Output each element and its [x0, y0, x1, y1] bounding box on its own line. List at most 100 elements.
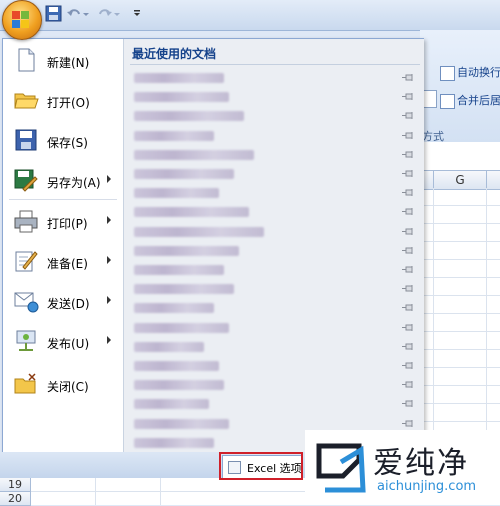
- merge-center-icon: [440, 93, 455, 109]
- grid-line: [420, 295, 500, 296]
- pin-icon[interactable]: [402, 361, 414, 370]
- customize-toolbar-icon[interactable]: [132, 5, 142, 22]
- grid-line: [160, 478, 161, 505]
- recent-document-item[interactable]: [130, 183, 420, 203]
- recent-document-item[interactable]: [130, 202, 420, 222]
- menu-item-new[interactable]: 新建(N): [3, 41, 121, 81]
- merge-center-button[interactable]: 合并后居: [440, 92, 500, 110]
- pin-icon[interactable]: [402, 73, 414, 82]
- pin-icon[interactable]: [402, 303, 414, 312]
- recent-document-name: [134, 92, 229, 103]
- grid-line: [486, 188, 487, 453]
- recent-document-name: [134, 380, 224, 391]
- pin-icon[interactable]: [402, 111, 414, 120]
- prepare-icon: [15, 251, 38, 272]
- grid-line: [420, 331, 500, 332]
- recent-document-item[interactable]: [130, 298, 420, 318]
- pin-icon[interactable]: [402, 399, 414, 408]
- column-header-g[interactable]: G: [433, 170, 487, 190]
- recent-document-item[interactable]: [130, 337, 420, 357]
- recent-document-item[interactable]: [130, 356, 420, 376]
- ribbon-alignment-group: 自动换行 合并后居 方式: [420, 30, 500, 143]
- menu-item-save[interactable]: 保存(S): [3, 121, 121, 161]
- pin-icon[interactable]: [402, 188, 414, 197]
- recent-document-name: [134, 130, 214, 141]
- recent-document-name: [134, 111, 244, 122]
- recent-documents-title: 最近使用的文档: [132, 47, 217, 61]
- recent-document-item[interactable]: [130, 394, 420, 414]
- menu-item-send[interactable]: 发送(D): [3, 282, 121, 322]
- recent-document-item[interactable]: [130, 375, 420, 395]
- office-button[interactable]: [2, 0, 42, 40]
- recent-document-item[interactable]: [130, 87, 420, 107]
- recent-document-name: [134, 437, 214, 448]
- save-icon[interactable]: [45, 5, 62, 22]
- recent-document-name: [134, 284, 234, 295]
- grid-line: [420, 385, 500, 386]
- undo-dropdown-icon[interactable]: [82, 5, 90, 22]
- recent-document-name: [134, 169, 234, 179]
- column-header-h[interactable]: [486, 170, 500, 190]
- pin-icon[interactable]: [402, 227, 414, 236]
- menu-item-prepare[interactable]: 准备(E): [3, 242, 121, 282]
- grid-line: [420, 259, 500, 260]
- pin-icon[interactable]: [402, 265, 414, 274]
- align-button[interactable]: [423, 90, 437, 108]
- grid-line: [433, 188, 434, 453]
- recent-documents-panel: 最近使用的文档: [123, 39, 424, 454]
- pin-icon[interactable]: [402, 380, 414, 389]
- recent-document-item[interactable]: [130, 318, 420, 338]
- office-logo-icon-blue: [12, 20, 20, 28]
- recent-document-item[interactable]: [130, 126, 420, 146]
- quick-access-toolbar: [0, 0, 500, 31]
- recent-document-name: [134, 188, 219, 199]
- recent-document-item[interactable]: [130, 279, 420, 299]
- pin-icon[interactable]: [402, 419, 414, 428]
- undo-icon[interactable]: [66, 5, 83, 22]
- menu-item-publish[interactable]: 发布(U): [3, 322, 121, 362]
- row-header[interactable]: 20: [0, 492, 31, 506]
- grid-line: [420, 241, 500, 242]
- menu-item-label: 关闭(C): [47, 380, 89, 394]
- recent-document-name: [134, 361, 219, 371]
- recent-document-item[interactable]: [130, 145, 420, 165]
- grid-line: [420, 349, 500, 350]
- grid-line: [420, 367, 500, 368]
- publish-icon: [16, 330, 36, 351]
- recent-document-item[interactable]: [130, 68, 420, 88]
- pin-icon[interactable]: [402, 207, 414, 216]
- menu-item-open[interactable]: 打开(O): [3, 81, 121, 121]
- menu-item-save-as[interactable]: 另存为(A): [3, 161, 121, 201]
- office-logo-icon-green: [21, 11, 29, 19]
- pin-icon[interactable]: [402, 323, 414, 332]
- pin-icon[interactable]: [402, 92, 414, 101]
- menu-item-print[interactable]: 打印(P): [3, 202, 121, 242]
- menu-item-label: 打印(P): [47, 217, 88, 231]
- watermark: 爱纯净 aichunjing.com: [305, 430, 500, 505]
- menu-item-label: 保存(S): [47, 136, 88, 150]
- recent-document-name: [134, 303, 214, 314]
- submenu-arrow-icon: [107, 216, 111, 224]
- wrap-text-button[interactable]: 自动换行: [440, 64, 500, 82]
- recent-document-item[interactable]: [130, 222, 420, 242]
- ribbon-group-label: 方式: [422, 130, 444, 143]
- menu-item-close[interactable]: 关闭(C): [3, 365, 121, 405]
- recent-document-item[interactable]: [130, 241, 420, 261]
- watermark-logo-icon: [316, 443, 366, 493]
- watermark-title: 爱纯净: [373, 446, 469, 481]
- new-document-icon: [18, 48, 35, 72]
- pin-icon[interactable]: [402, 246, 414, 255]
- pin-icon[interactable]: [402, 169, 414, 178]
- recent-document-item[interactable]: [130, 164, 420, 184]
- submenu-arrow-icon: [107, 175, 111, 183]
- redo-dropdown-icon[interactable]: [113, 5, 121, 22]
- recent-document-item[interactable]: [130, 106, 420, 126]
- redo-icon[interactable]: [96, 5, 113, 22]
- pin-icon[interactable]: [402, 284, 414, 293]
- pin-icon[interactable]: [402, 150, 414, 159]
- row-header[interactable]: 19: [0, 478, 31, 492]
- recent-document-item[interactable]: [130, 260, 420, 280]
- pin-icon[interactable]: [402, 131, 414, 140]
- pin-icon[interactable]: [402, 342, 414, 351]
- grid-line: [420, 403, 500, 404]
